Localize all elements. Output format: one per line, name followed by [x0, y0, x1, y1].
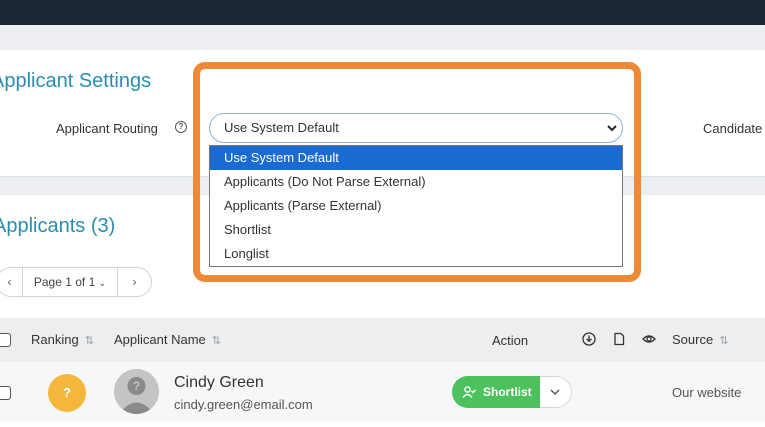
rank-badge: ?: [48, 374, 86, 412]
chevron-down-icon: [550, 389, 560, 396]
column-action: Action: [492, 333, 529, 348]
help-icon[interactable]: ?: [175, 121, 187, 133]
sort-icon[interactable]: ⇅: [719, 335, 728, 347]
sort-icon[interactable]: ⇅: [212, 335, 221, 347]
highlight-box: [193, 62, 641, 282]
select-all-checkbox[interactable]: [0, 333, 11, 347]
page-selector[interactable]: Page 1 of 1 ⌄: [23, 268, 118, 296]
applicant-name[interactable]: Cindy Green: [174, 374, 264, 392]
pagination: ‹ Page 1 of 1 ⌄ ›: [0, 267, 152, 297]
shortlist-dropdown-toggle[interactable]: [540, 376, 572, 408]
column-applicant-name[interactable]: Applicant Name ⇅: [114, 332, 221, 347]
column-ranking[interactable]: Ranking ⇅: [31, 332, 94, 347]
column-source-label: Source: [672, 332, 714, 347]
top-navbar: [0, 0, 765, 25]
next-page-button[interactable]: ›: [118, 268, 151, 296]
applicant-email: cindy.green@email.com: [174, 397, 313, 412]
avatar: ?: [114, 369, 159, 414]
column-ranking-label: Ranking: [31, 332, 79, 347]
user-check-icon: [462, 386, 476, 398]
prev-page-button[interactable]: ‹: [0, 268, 23, 296]
document-icon[interactable]: [612, 332, 626, 346]
eye-icon[interactable]: [642, 332, 656, 346]
applicant-routing-label: Applicant Routing: [56, 121, 158, 136]
chevron-down-icon: ⌄: [98, 278, 107, 288]
download-icon[interactable]: [582, 332, 596, 346]
candidate-label: Candidate: [703, 121, 763, 136]
svg-text:?: ?: [133, 379, 140, 393]
applicant-settings-title: Applicant Settings: [0, 70, 152, 92]
row-checkbox[interactable]: [0, 386, 11, 400]
page-label: Page 1 of 1: [33, 275, 96, 289]
column-source[interactable]: Source ⇅: [672, 332, 728, 347]
avatar-placeholder-icon: ?: [114, 369, 159, 414]
applicants-title: Applicants (3): [0, 215, 116, 237]
applicant-source: Our website: [672, 385, 742, 400]
sort-icon[interactable]: ⇅: [85, 335, 94, 347]
column-name-label: Applicant Name: [114, 332, 206, 347]
